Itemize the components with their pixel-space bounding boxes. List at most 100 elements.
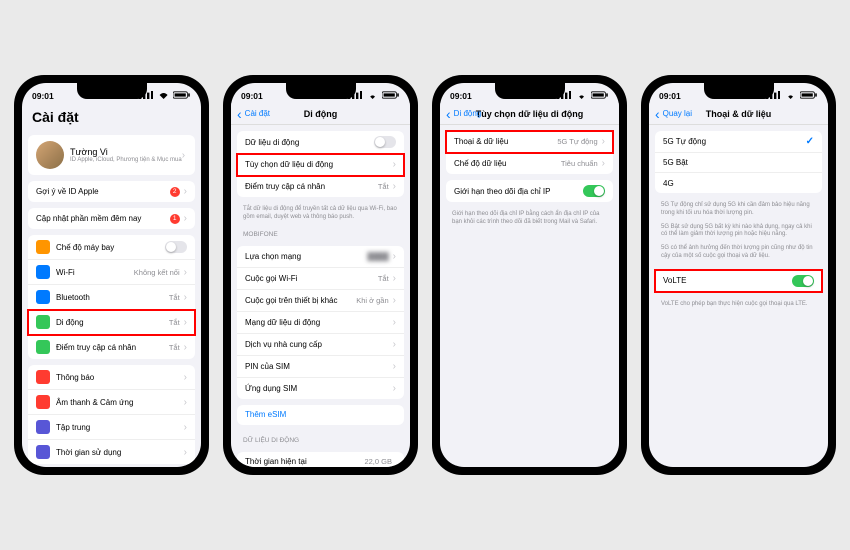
battery-icon	[173, 91, 191, 99]
option-4g[interactable]: 4G	[655, 173, 822, 193]
wifi-row[interactable]: Wi-Fi Không kết nối ›	[28, 260, 195, 285]
chevron-right-icon: ›	[393, 159, 396, 170]
footnote: 5G có thể ảnh hưởng đến thời lượng pin c…	[649, 242, 828, 264]
phone-frame-1: 09:01 Cài đặt Tường Vi ID Apple, iCloud,…	[14, 75, 209, 475]
footnote: Tắt dữ liệu di động để truyền tất cả dữ …	[231, 203, 410, 225]
chevron-right-icon: ›	[184, 397, 187, 408]
section-header: MOBIFONE	[231, 225, 410, 240]
notch	[286, 83, 356, 99]
volte-row[interactable]: VoLTE	[655, 270, 822, 292]
option-5g-auto[interactable]: 5G Tự động ✓	[655, 131, 822, 153]
moon-icon	[36, 420, 50, 434]
status-time: 09:01	[659, 91, 681, 101]
nav-title: Di động	[304, 109, 338, 119]
toggle[interactable]	[583, 185, 605, 197]
carrier-services-row[interactable]: Dịch vụ nhà cung cấp ›	[237, 334, 404, 356]
profile-name: Tường Vi	[70, 147, 182, 157]
cellular-data-options-row[interactable]: Tùy chọn dữ liệu di động ›	[237, 154, 404, 176]
apple-id-suggest-row[interactable]: Gợi ý về ID Apple 2 ›	[28, 181, 195, 202]
bluetooth-row[interactable]: Bluetooth Tắt ›	[28, 285, 195, 310]
chevron-right-icon: ›	[182, 150, 185, 161]
chevron-right-icon: ›	[602, 158, 605, 169]
calls-other-devices-row[interactable]: Cuộc gọi trên thiết bị khác Khi ở gần ›	[237, 290, 404, 312]
toggle[interactable]	[374, 136, 396, 148]
network-selection-row[interactable]: Lựa chọn mạng ████ ›	[237, 246, 404, 268]
voice-data-row[interactable]: Thoại & dữ liệu 5G Tự động ›	[446, 131, 613, 153]
cellular-row[interactable]: Di động Tắt ›	[28, 310, 195, 335]
nav-bar: Quay lại Thoại & dữ liệu	[649, 103, 828, 125]
footnote: 5G Bật sử dụng 5G bất kỳ khi nào khả dụn…	[649, 221, 828, 243]
profile-sub: ID Apple, iCloud, Phương tiện & Mục mua	[70, 157, 182, 163]
notch	[704, 83, 774, 99]
section-header: DỮ LIỆU DI ĐỘNG	[231, 431, 410, 446]
link-icon	[36, 340, 50, 354]
current-period-row[interactable]: Thời gian hiện tại 22,0 GB	[237, 452, 404, 467]
chevron-right-icon: ›	[184, 422, 187, 433]
page-title: Cài đặt	[22, 103, 201, 129]
footnote: Giới hạn theo dõi địa chỉ IP bằng cách ẩ…	[440, 208, 619, 230]
sim-pin-row[interactable]: PIN của SIM ›	[237, 356, 404, 378]
phone-frame-2: 09:01 Cài đặt Di động Dữ liệu di động Tù…	[223, 75, 418, 475]
option-5g-on[interactable]: 5G Bật	[655, 153, 822, 173]
back-button[interactable]: Quay lại	[655, 109, 692, 118]
chevron-right-icon: ›	[184, 186, 187, 197]
cellular-data-network-row[interactable]: Mạng dữ liệu di động ›	[237, 312, 404, 334]
chevron-right-icon: ›	[393, 295, 396, 306]
battery-icon	[591, 91, 609, 99]
chevron-right-icon: ›	[393, 251, 396, 262]
chevron-right-icon: ›	[393, 273, 396, 284]
chevron-right-icon: ›	[393, 181, 396, 192]
chevron-right-icon: ›	[184, 317, 187, 328]
status-time: 09:01	[32, 91, 54, 101]
chevron-right-icon: ›	[184, 447, 187, 458]
nav-title: Thoại & dữ liệu	[706, 109, 772, 119]
badge: 2	[170, 187, 180, 197]
airplane-icon	[36, 240, 50, 254]
personal-hotspot-row[interactable]: Điểm truy cập cá nhân Tắt ›	[237, 176, 404, 197]
bluetooth-icon	[36, 290, 50, 304]
speaker-icon	[36, 395, 50, 409]
wifi-icon	[36, 265, 50, 279]
nav-bar: Cài đặt Di động	[231, 103, 410, 125]
battery-icon	[800, 91, 818, 99]
antenna-icon	[36, 315, 50, 329]
software-update-row[interactable]: Cập nhật phần mềm đêm nay 1 ›	[28, 208, 195, 229]
chevron-right-icon: ›	[602, 136, 605, 147]
profile-row[interactable]: Tường Vi ID Apple, iCloud, Phương tiện &…	[28, 135, 195, 175]
badge: 1	[170, 214, 180, 224]
notch	[495, 83, 565, 99]
wifi-icon	[576, 91, 587, 99]
notch	[77, 83, 147, 99]
back-button[interactable]: Di động	[446, 109, 481, 118]
nav-bar: Di động Tùy chọn dữ liệu di động	[440, 103, 619, 125]
notifications-row[interactable]: Thông báo ›	[28, 365, 195, 390]
phone-frame-3: 09:01 Di động Tùy chọn dữ liệu di động T…	[432, 75, 627, 475]
screentime-row[interactable]: Thời gian sử dụng ›	[28, 440, 195, 464]
sim-applications-row[interactable]: Ứng dụng SIM ›	[237, 378, 404, 399]
chevron-right-icon: ›	[393, 317, 396, 328]
limit-ip-tracking-row[interactable]: Giới hạn theo dõi địa chỉ IP	[446, 180, 613, 202]
chevron-right-icon: ›	[393, 383, 396, 394]
chevron-right-icon: ›	[184, 267, 187, 278]
data-mode-row[interactable]: Chế độ dữ liệu Tiêu chuẩn ›	[446, 153, 613, 174]
chevron-right-icon: ›	[184, 213, 187, 224]
toggle[interactable]	[165, 241, 187, 253]
status-time: 09:01	[241, 91, 263, 101]
toggle[interactable]	[792, 275, 814, 287]
wifi-calling-row[interactable]: Cuộc gọi Wi-Fi Tắt ›	[237, 268, 404, 290]
focus-row[interactable]: Tập trung ›	[28, 415, 195, 440]
footnote: VoLTE cho phép bạn thực hiện cuộc gọi th…	[649, 298, 828, 312]
wifi-icon	[367, 91, 378, 99]
chevron-right-icon: ›	[184, 342, 187, 353]
sounds-row[interactable]: Âm thanh & Cảm ứng ›	[28, 390, 195, 415]
hourglass-icon	[36, 445, 50, 459]
back-button[interactable]: Cài đặt	[237, 109, 270, 118]
cellular-data-row[interactable]: Dữ liệu di động	[237, 131, 404, 154]
checkmark-icon: ✓	[806, 136, 814, 147]
footnote: 5G Tự động chỉ sử dụng 5G khi cần đảm bả…	[649, 199, 828, 221]
status-time: 09:01	[450, 91, 472, 101]
blurred-value: ████	[367, 252, 388, 261]
airplane-mode-row[interactable]: Chế độ máy bay	[28, 235, 195, 260]
add-esim-row[interactable]: Thêm eSIM	[237, 405, 404, 425]
hotspot-row[interactable]: Điểm truy cập cá nhân Tắt ›	[28, 335, 195, 359]
